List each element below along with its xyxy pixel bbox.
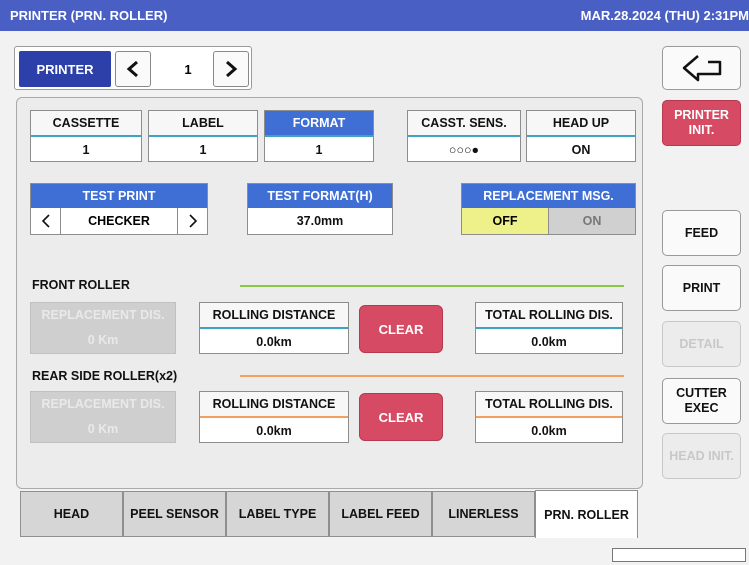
datetime: MAR.28.2024 (THU) 2:31PM xyxy=(580,8,749,23)
cutter-exec-button[interactable]: CUTTER EXEC xyxy=(662,378,741,424)
test-print-value: CHECKER xyxy=(88,214,150,228)
front-clear-button[interactable]: CLEAR xyxy=(359,305,443,353)
test-print-selector: CHECKER xyxy=(31,208,207,234)
title-bar: PRINTER (PRN. ROLLER) MAR.28.2024 (THU) … xyxy=(0,0,749,31)
format-value: 1 xyxy=(315,143,323,157)
replacement-msg-on-option[interactable]: ON xyxy=(549,208,635,234)
head-up-label: HEAD UP xyxy=(527,111,635,135)
cassette-label: CASSETTE xyxy=(31,111,141,135)
printer-selector: PRINTER 1 xyxy=(14,46,252,90)
front-rolling-distance-value: 0.0km xyxy=(256,335,292,349)
test-format-field[interactable]: TEST FORMAT(H) 37.0mm xyxy=(247,183,393,235)
casst-sens-value: ○○○● xyxy=(448,143,480,157)
cassette-value: 1 xyxy=(82,143,90,157)
printer-init-button[interactable]: PRINTER INIT. xyxy=(662,100,741,146)
front-total-rolling-field: TOTAL ROLLING DIS. 0.0km xyxy=(475,302,623,354)
printer-label: PRINTER xyxy=(19,51,111,87)
head-up-field: HEAD UP ON xyxy=(526,110,636,162)
front-replacement-dis-field: REPLACEMENT DIS. 0 Km xyxy=(30,302,176,354)
test-format-value: 37.0mm xyxy=(296,214,344,228)
front-rolling-distance-label: ROLLING DISTANCE xyxy=(200,303,348,327)
rear-replacement-dis-value: 0 Km xyxy=(31,416,175,442)
print-button[interactable]: PRINT xyxy=(662,265,741,311)
head-init-button[interactable]: HEAD INIT. xyxy=(662,433,741,479)
status-field xyxy=(612,548,746,562)
rear-rolling-distance-label: ROLLING DISTANCE xyxy=(200,392,348,416)
casst-sens-field: CASST. SENS. ○○○● xyxy=(407,110,521,162)
return-arrow-icon xyxy=(682,55,721,82)
front-rolling-distance-field: ROLLING DISTANCE 0.0km xyxy=(199,302,349,354)
cassette-field: CASSETTE 1 xyxy=(30,110,142,162)
test-print-label: TEST PRINT xyxy=(31,184,207,208)
chevron-right-icon xyxy=(188,214,197,228)
rear-total-rolling-label: TOTAL ROLLING DIS. xyxy=(476,392,622,416)
rear-roller-title: REAR SIDE ROLLER(x2) xyxy=(32,369,178,383)
front-total-rolling-value: 0.0km xyxy=(531,335,567,349)
rear-rolling-distance-field: ROLLING DISTANCE 0.0km xyxy=(199,391,349,443)
printer-number: 1 xyxy=(184,61,192,77)
label-field: LABEL 1 xyxy=(148,110,258,162)
tab-peel-sensor[interactable]: PEEL SENSOR xyxy=(123,491,226,537)
rear-clear-button[interactable]: CLEAR xyxy=(359,393,443,441)
rear-roller-divider xyxy=(240,375,624,377)
tab-head[interactable]: HEAD xyxy=(20,491,123,537)
rear-replacement-dis-label: REPLACEMENT DIS. xyxy=(31,392,175,416)
front-roller-divider xyxy=(240,285,624,287)
tab-label-feed[interactable]: LABEL FEED xyxy=(329,491,432,537)
format-label: FORMAT xyxy=(265,111,373,135)
front-total-rolling-label: TOTAL ROLLING DIS. xyxy=(476,303,622,327)
front-replacement-dis-value: 0 Km xyxy=(31,327,175,353)
back-button[interactable] xyxy=(662,46,741,90)
chevron-right-icon xyxy=(226,60,238,78)
front-replacement-dis-label: REPLACEMENT DIS. xyxy=(31,303,175,327)
label-label: LABEL xyxy=(149,111,257,135)
feed-button[interactable]: FEED xyxy=(662,210,741,256)
front-roller-title: FRONT ROLLER xyxy=(32,278,130,292)
replacement-msg-label: REPLACEMENT MSG. xyxy=(462,184,635,208)
format-field[interactable]: FORMAT 1 xyxy=(264,110,374,162)
test-print-field: TEST PRINT CHECKER xyxy=(30,183,208,235)
casst-sens-label: CASST. SENS. xyxy=(408,111,520,135)
test-format-label: TEST FORMAT(H) xyxy=(248,184,392,208)
window-title: PRINTER (PRN. ROLLER) xyxy=(10,8,168,23)
detail-button[interactable]: DETAIL xyxy=(662,321,741,367)
rear-total-rolling-value: 0.0km xyxy=(531,424,567,438)
tab-label-type[interactable]: LABEL TYPE xyxy=(226,491,329,537)
test-print-next-button[interactable] xyxy=(177,208,207,234)
rear-replacement-dis-field: REPLACEMENT DIS. 0 Km xyxy=(30,391,176,443)
tab-linerless[interactable]: LINERLESS xyxy=(432,491,535,537)
prev-button[interactable] xyxy=(115,51,151,87)
rear-total-rolling-field: TOTAL ROLLING DIS. 0.0km xyxy=(475,391,623,443)
replacement-msg-off-option[interactable]: OFF xyxy=(462,208,549,234)
test-print-prev-button[interactable] xyxy=(31,208,61,234)
head-up-value: ON xyxy=(571,143,591,157)
label-value: 1 xyxy=(199,143,207,157)
chevron-left-icon xyxy=(126,60,138,78)
chevron-left-icon xyxy=(41,214,50,228)
next-button[interactable] xyxy=(213,51,249,87)
tab-prn-roller[interactable]: PRN. ROLLER xyxy=(535,490,638,538)
rear-rolling-distance-value: 0.0km xyxy=(256,424,292,438)
replacement-msg-field: REPLACEMENT MSG. OFF ON xyxy=(461,183,636,235)
replacement-msg-toggle: OFF ON xyxy=(462,208,635,234)
